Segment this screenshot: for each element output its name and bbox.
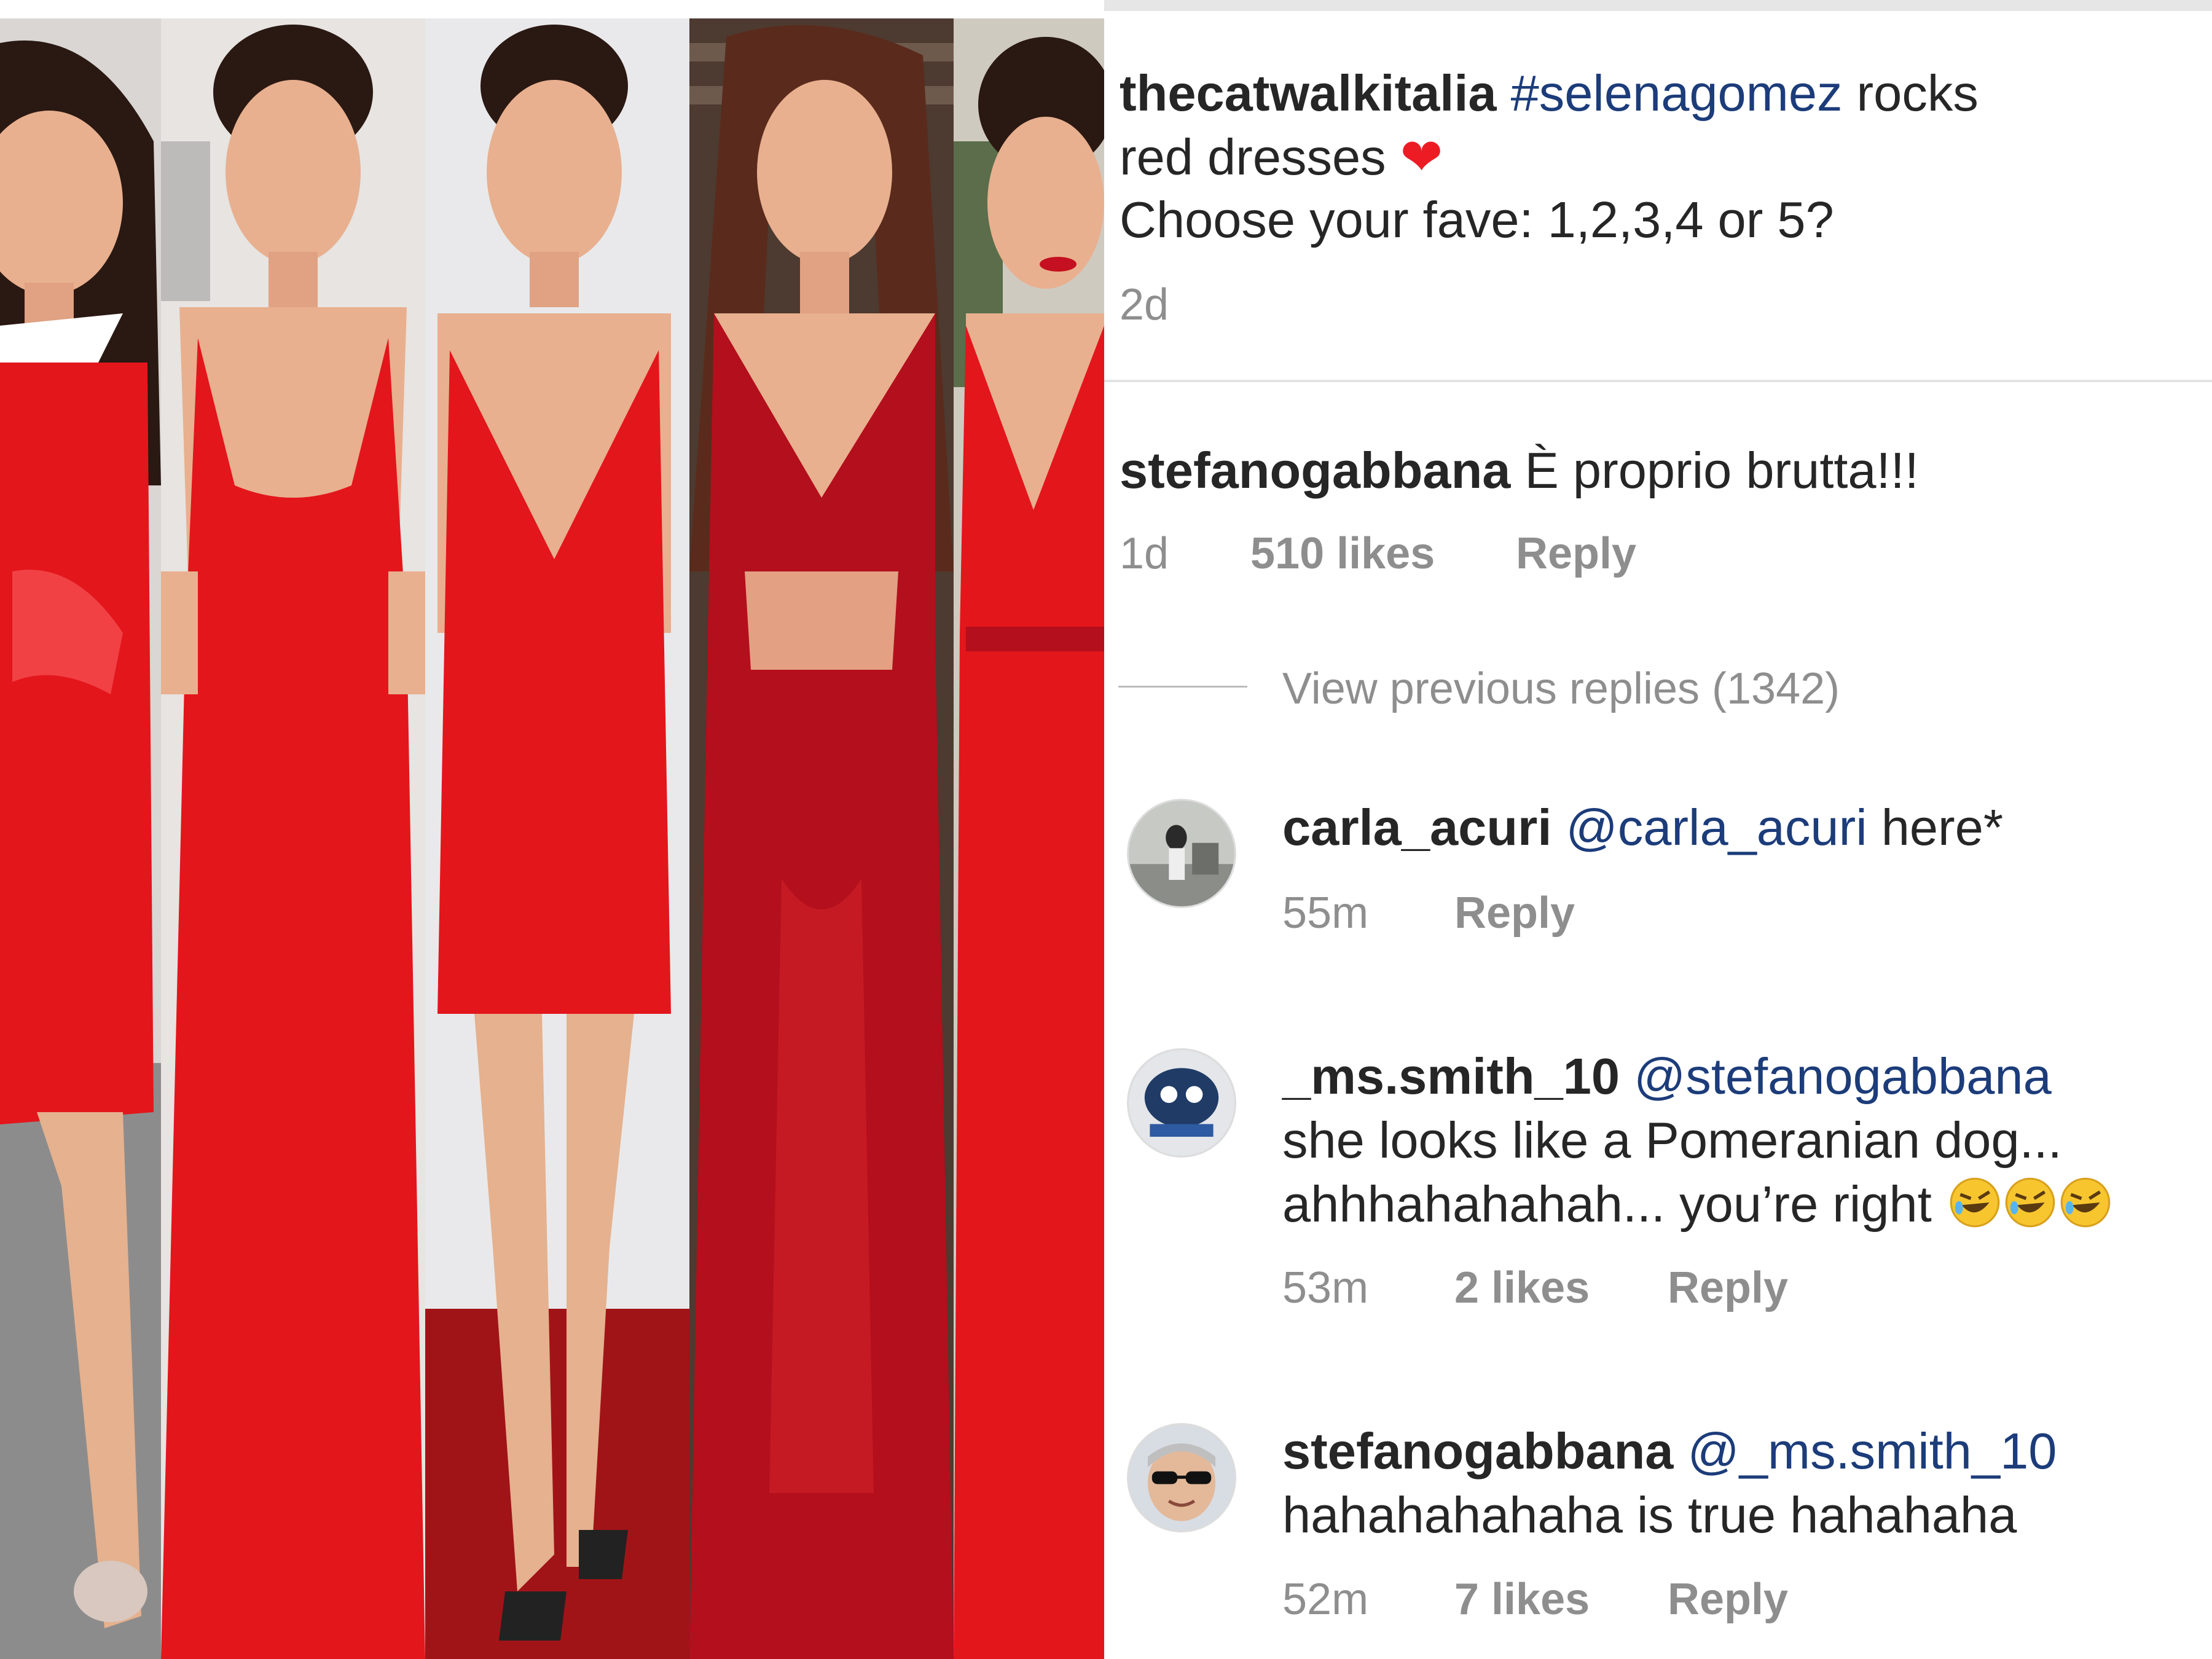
caption-text-2: red dresses xyxy=(1120,128,1400,186)
comment-1-username[interactable]: stefanogabbana xyxy=(1120,442,1510,499)
rolling-on-floor-laughing-icon xyxy=(2005,1177,2055,1228)
post-caption-line-1: thecatwalkitalia #selenagomez rocks xyxy=(1120,61,1979,125)
comment-1-reply-button[interactable]: Reply xyxy=(1516,528,1636,579)
reply-3-likes[interactable]: 7 likes xyxy=(1454,1574,1590,1625)
view-previous-replies[interactable]: View previous replies (1342) xyxy=(1282,664,1840,714)
avatar[interactable] xyxy=(1127,1423,1236,1532)
post-caption-line-2: red dresses ❤ xyxy=(1120,125,1443,189)
reply-2-reply-button[interactable]: Reply xyxy=(1668,1263,1788,1313)
reply-2-likes[interactable]: 2 likes xyxy=(1454,1263,1590,1313)
profile-photo-icon xyxy=(1129,1425,1234,1531)
collage-photo-4 xyxy=(689,18,954,1659)
profile-photo-icon xyxy=(1129,1050,1234,1156)
photo-collage xyxy=(0,18,1104,1659)
avatar[interactable] xyxy=(1127,799,1236,908)
reply-1-reply-button[interactable]: Reply xyxy=(1454,888,1575,938)
reply-2-username[interactable]: _ms.smith_10 xyxy=(1282,1048,1620,1105)
caption-text: rocks xyxy=(1842,65,1979,122)
post-username[interactable]: thecatwalkitalia xyxy=(1120,65,1497,122)
reply-2-time: 53m xyxy=(1282,1263,1369,1312)
reply-2-mention[interactable]: @stefanogabbana xyxy=(1634,1048,2052,1105)
reply-1-time: 55m xyxy=(1282,888,1369,938)
reply-2-line-2: she looks like a Pomeranian dog... xyxy=(1282,1112,2062,1169)
reply-1-text: here* xyxy=(1867,799,2004,856)
collage-photo-5 xyxy=(954,18,1104,1659)
replies-line xyxy=(1118,686,1247,688)
rolling-on-floor-laughing-icon xyxy=(2060,1177,2111,1228)
reply-2: _ms.smith_10 @stefanogabbana xyxy=(1282,1045,2052,1108)
reply-3-mention[interactable]: @_ms.smith_10 xyxy=(1688,1422,2057,1480)
comment-1-likes[interactable]: 510 likes xyxy=(1250,528,1435,579)
reply-2-line-3: ahhhahahahah... you’re right xyxy=(1282,1172,2112,1236)
rolling-on-floor-laughing-icon xyxy=(1950,1177,2000,1228)
reply-3-line-2: hahahahahaha is true hahahaha xyxy=(1282,1486,2017,1543)
reply-2-line-3-text: ahhhahahahah... you’re right xyxy=(1282,1175,1946,1233)
top-border xyxy=(1104,0,2212,11)
reply-3-reply-button[interactable]: Reply xyxy=(1668,1574,1788,1625)
comment-1-text: È proprio brutta!!! xyxy=(1510,442,1919,499)
avatar[interactable] xyxy=(1127,1048,1236,1158)
comment-1: stefanogabbana È proprio brutta!!! xyxy=(1120,439,1919,503)
collage-photo-1 xyxy=(0,18,161,1659)
post-caption-line-3: Choose your fave: 1,2,3,4 or 5? xyxy=(1120,191,1834,248)
comments-pane: thecatwalkitalia #selenagomez rocks red … xyxy=(1104,0,2212,1659)
collage-photo-2 xyxy=(161,18,425,1659)
hashtag-link[interactable]: #selenagomez xyxy=(1511,65,1843,122)
reply-3-username[interactable]: stefanogabbana xyxy=(1282,1422,1673,1480)
heart-icon: ❤ xyxy=(1400,128,1443,186)
reply-3-time: 52m xyxy=(1282,1575,1369,1624)
profile-photo-icon xyxy=(1129,801,1234,906)
reply-1-mention[interactable]: @carla_acuri xyxy=(1566,799,1867,856)
reply-3: stefanogabbana @_ms.smith_10 xyxy=(1282,1419,2057,1483)
caption-divider xyxy=(1104,380,2212,382)
collage-photo-3 xyxy=(425,18,689,1659)
post-time: 2d xyxy=(1120,280,1169,329)
comment-1-time: 1d xyxy=(1120,529,1169,578)
reply-1-username[interactable]: carla_acuri xyxy=(1282,799,1551,856)
reply-1: carla_acuri @carla_acuri here* xyxy=(1282,796,2003,860)
